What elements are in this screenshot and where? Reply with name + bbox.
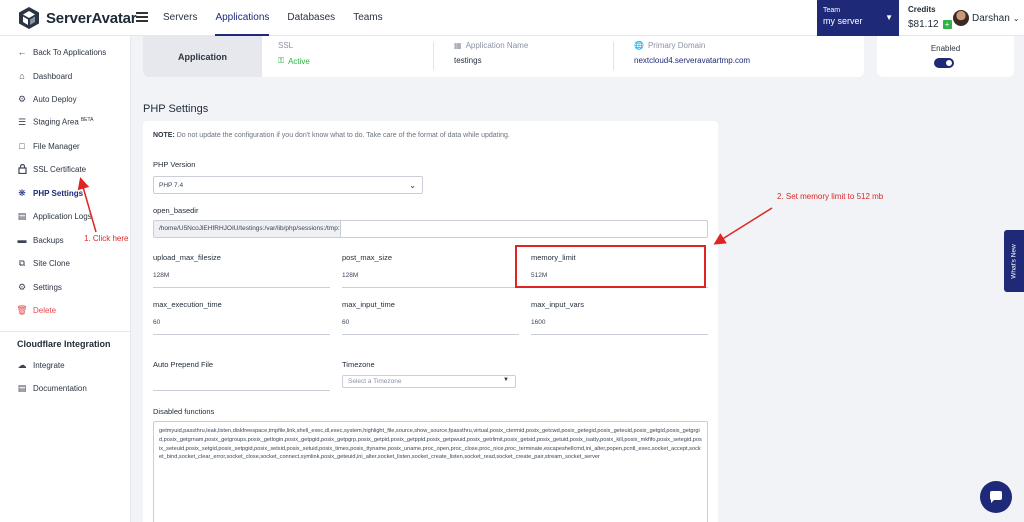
arrow-to-php-settings [77,177,97,233]
arrow-to-memory-limit [713,207,773,245]
whats-new-tab[interactable]: What's New [1004,230,1024,292]
annotation-step-2: 2. Set memory limit to 512 mb [777,192,884,201]
annotation-step-1: 1. Click here [84,234,129,243]
whats-new-label: What's New [1010,243,1018,279]
annotation-arrows [77,177,773,245]
chat-button[interactable] [980,481,1012,513]
chat-bubble-icon [989,490,1002,503]
